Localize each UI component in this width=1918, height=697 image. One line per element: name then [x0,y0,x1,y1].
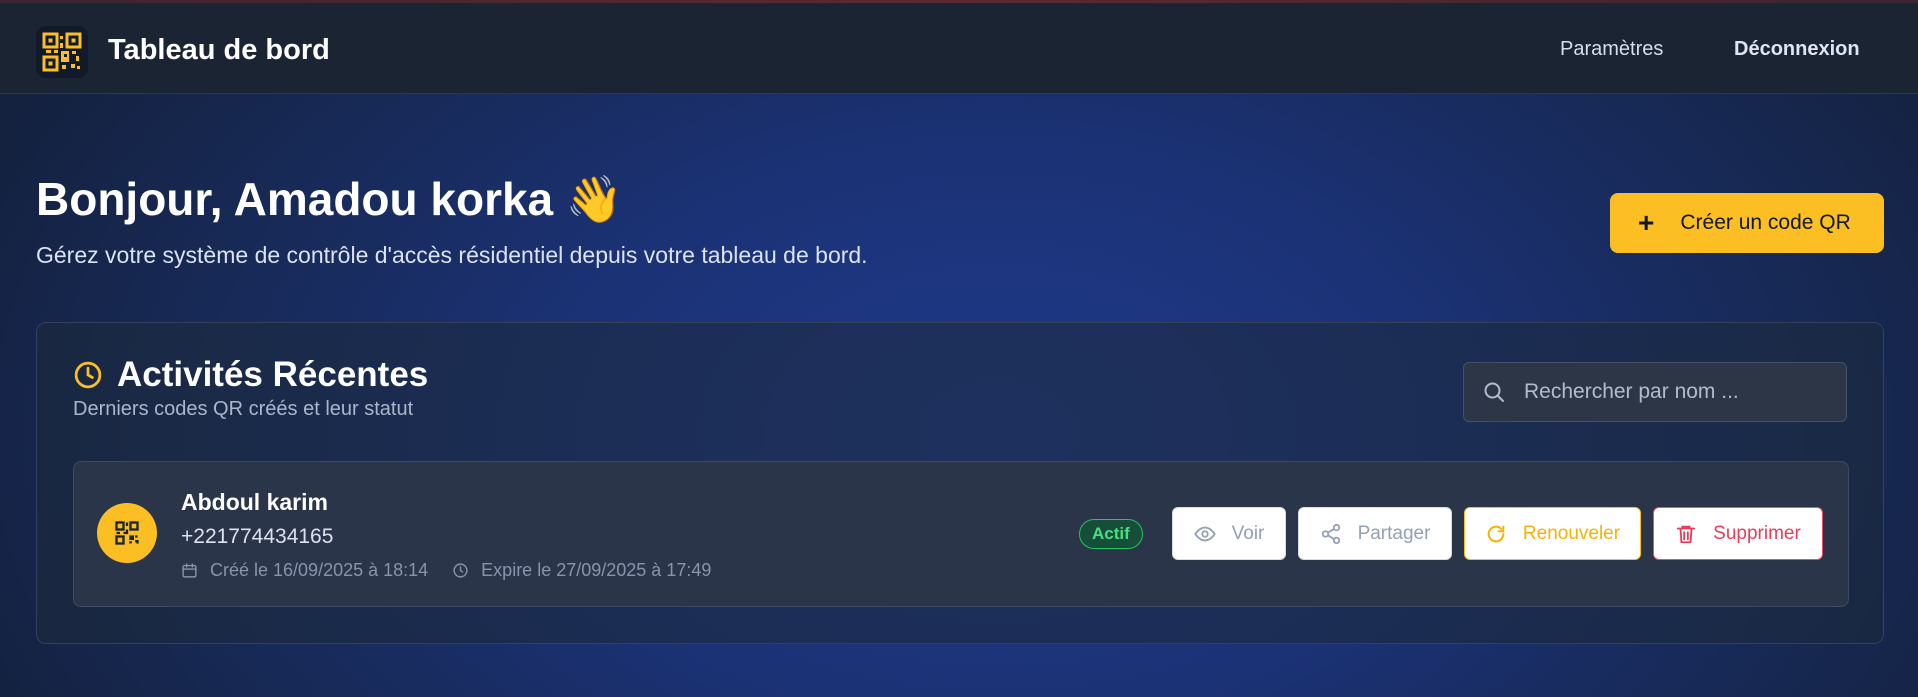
panel-title-text: Activités Récentes [117,355,429,394]
create-qr-label: Créer un code QR [1680,211,1851,234]
item-name: Abdoul karim [181,489,328,515]
page-greeting: Bonjour, Amadou korka 👋 [36,173,624,225]
eye-icon [1193,523,1216,545]
share-button[interactable]: Partager [1298,507,1452,560]
trash-icon [1675,523,1697,545]
view-button-label: Voir [1231,522,1265,544]
search-input[interactable] [1522,379,1826,405]
item-meta: Créé le 16/09/2025 à 18:14 Expire le 27/… [181,560,711,581]
create-qr-button[interactable]: + Créer un code QR [1610,193,1884,253]
search-box[interactable] [1463,362,1847,422]
refresh-icon [1485,523,1507,545]
clock-icon [452,562,469,579]
recent-activity-panel: Activités Récentes Derniers codes QR cré… [36,322,1884,644]
delete-button-label: Supprimer [1713,522,1801,544]
delete-button[interactable]: Supprimer [1653,507,1823,560]
avatar [97,503,157,563]
plus-icon: + [1638,207,1655,238]
clock-icon [73,360,103,390]
renew-button-label: Renouveler [1522,522,1621,544]
nav-settings-link[interactable]: Paramètres [1560,38,1663,61]
item-created-date: Créé le 16/09/2025 à 18:14 [210,560,429,580]
page-subtitle: Gérez votre système de contrôle d'accès … [36,242,868,268]
qr-code-icon [42,32,82,72]
app-title: Tableau de bord [108,34,330,66]
item-expiry-date: Expire le 27/09/2025 à 17:49 [481,560,712,580]
nav-logout-link[interactable]: Déconnexion [1734,38,1860,61]
calendar-icon [181,562,198,579]
share-icon [1320,523,1342,545]
share-button-label: Partager [1357,522,1431,544]
app-logo[interactable] [36,26,88,78]
list-item: Abdoul karim +221774434165 Créé le 16/09… [73,461,1849,607]
item-phone: +221774434165 [181,525,334,548]
view-button[interactable]: Voir [1172,507,1286,560]
status-badge: Actif [1079,519,1143,549]
panel-title: Activités Récentes [73,355,428,395]
panel-subtitle: Derniers codes QR créés et leur statut [73,398,414,420]
renew-button[interactable]: Renouveler [1464,507,1641,560]
search-icon [1482,380,1506,404]
qr-code-icon [115,521,139,545]
top-navbar: Tableau de bord Paramètres Déconnexion [0,3,1918,94]
